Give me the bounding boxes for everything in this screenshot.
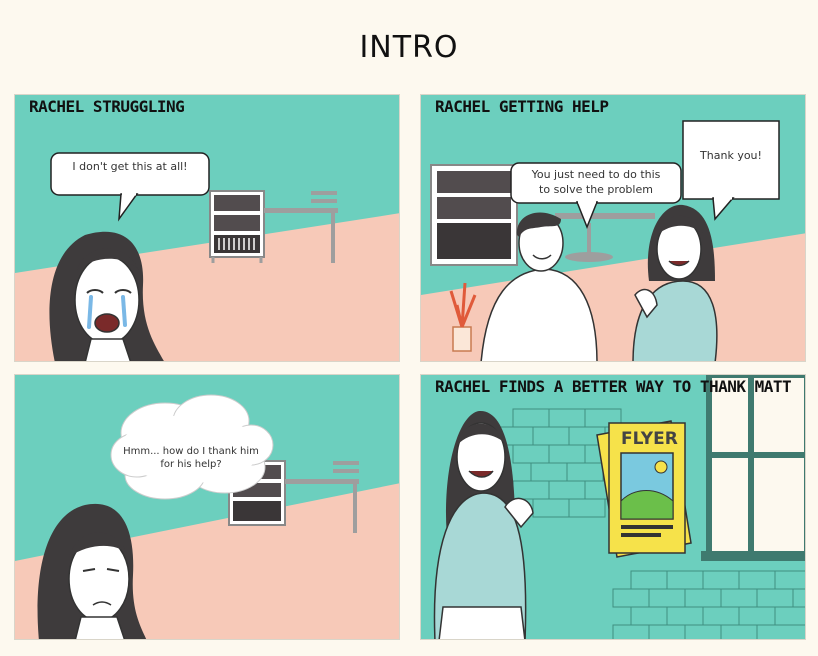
panel-1-scene xyxy=(15,95,399,361)
panel-caption: RACHEL STRUGGLING xyxy=(29,97,185,116)
page-title: INTRO xyxy=(359,30,459,65)
flyer-label: FLYER xyxy=(621,429,678,449)
window-illustration xyxy=(701,375,805,561)
comic-panel-2: RACHEL GETTING HELP You just need to do … xyxy=(420,94,806,362)
panel-2-scene xyxy=(421,95,805,361)
speech-text: I don't get this at all! xyxy=(72,160,188,173)
speech-text-rachel: Thank you! xyxy=(700,149,762,162)
speech-text-matt-line1: You just need to do this xyxy=(531,168,661,181)
comic-panel-3: Hmm... how do I thank him for his help? xyxy=(14,374,400,640)
comic-panel-1: RACHEL STRUGGLING I don't get this at al… xyxy=(14,94,400,362)
panel-4-scene xyxy=(421,375,805,639)
comic-panel-4: RACHEL FINDS A BETTER WAY TO THANK MATT … xyxy=(420,374,806,640)
panel-caption: RACHEL FINDS A BETTER WAY TO THANK MATT xyxy=(435,377,792,396)
thought-text-line2: for his help? xyxy=(160,459,222,470)
panel-3-scene xyxy=(15,375,399,639)
speech-text-matt-line2: to solve the problem xyxy=(539,183,653,196)
thought-text-line1: Hmm... how do I thank him xyxy=(123,446,259,457)
panel-caption: RACHEL GETTING HELP xyxy=(435,97,609,116)
